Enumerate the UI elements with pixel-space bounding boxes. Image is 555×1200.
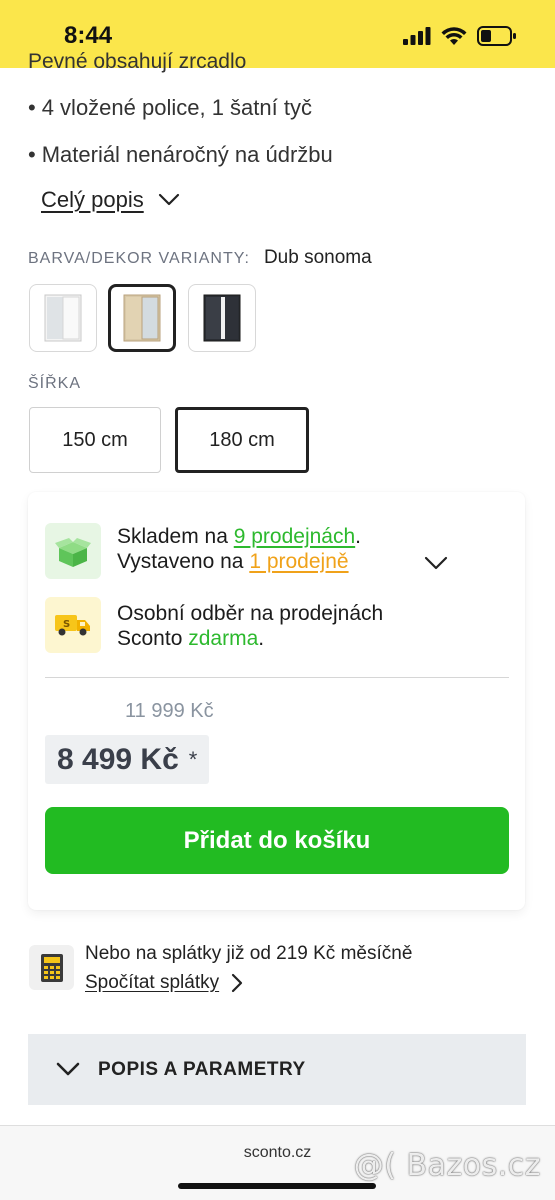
feature-bullet-partial: Pevné obsahují zrcadlo [28,50,247,73]
wardrobe-black-thumbnail [203,294,241,342]
calculator-icon [40,953,63,982]
stock-prefix: Skladem na [117,525,234,548]
chevron-down-icon [158,193,179,206]
calculate-installments-label: Spočítat splátky [85,972,220,993]
accordion-label: POPIS A PARAMETRY [98,1058,306,1080]
current-price: 8 499 Kč [57,742,179,776]
status-time: 8:44 [64,22,113,49]
variant-label: BARVA/DEKOR VARIANTY: [28,250,250,267]
pickup-free: zdarma [188,627,259,650]
swatch-black-white[interactable] [188,284,256,352]
display-stores-link[interactable]: 1 prodejně [249,550,348,573]
calculate-installments-link[interactable]: Spočítat splátky [85,972,243,994]
wifi-icon [441,26,467,45]
chevron-down-icon[interactable] [424,556,448,571]
chevron-down-icon [56,1062,80,1076]
accordion-description-parameters[interactable]: POPIS A PARAMETRY [28,1034,526,1105]
svg-text:S: S [63,619,70,630]
stock-availability-text: Skladem na 9 prodejnách. Vystaveno na 1 … [117,524,361,574]
watermark: @( Bazos.cz [353,1148,541,1183]
calculator-icon-box [29,945,74,990]
add-to-cart-button[interactable]: Přidat do košíku [45,807,509,874]
price-box: 8 499 Kč * [45,735,210,784]
delivery-icon-box: S [45,597,101,653]
home-indicator [178,1183,376,1189]
display-prefix: Vystaveno na [117,550,250,573]
variant-value: Dub sonoma [263,247,372,268]
feature-bullet: Materiál nenáročný na údržbu [28,142,333,168]
signal-icon [403,27,431,45]
battery-icon [477,26,516,46]
status-icons [403,26,517,46]
size-option-150[interactable]: 150 cm [29,407,161,473]
swatch-white-mirror[interactable] [29,284,97,352]
divider [45,677,509,678]
pickup-prefix: Sconto [117,627,189,650]
full-description-label: Celý popis [41,187,144,212]
delivery-truck-icon: S [55,615,90,636]
stock-suffix: . [355,525,362,548]
full-description-link[interactable]: Celý popis [41,187,180,213]
box-stock-icon [55,538,91,567]
wardrobe-white-thumbnail [44,294,82,342]
price-asterisk: * [188,746,198,772]
variant-label-row: BARVA/DEKOR VARIANTY: Dub sonoma [28,247,372,269]
swatch-oak-sonoma-mirror[interactable] [108,284,176,352]
stock-stores-link[interactable]: 9 prodejnách [234,525,355,548]
wardrobe-oak-thumbnail [123,294,161,342]
pickup-text: Osobní odběr na prodejnách Sconto zdarma… [117,601,383,651]
feature-bullet: 4 vložené police, 1 šatní tyč [28,95,312,121]
chevron-right-icon [232,973,243,993]
width-label: ŠÍŘKA [28,375,82,392]
size-option-180[interactable]: 180 cm [175,407,309,473]
old-price: 11 999 Kč [125,700,214,722]
pickup-line1: Osobní odběr na prodejnách [117,602,384,625]
pickup-suffix: . [258,627,265,650]
stock-icon-box [45,523,101,579]
installment-text: Nebo na splátky již od 219 Kč měsíčně [85,943,413,964]
